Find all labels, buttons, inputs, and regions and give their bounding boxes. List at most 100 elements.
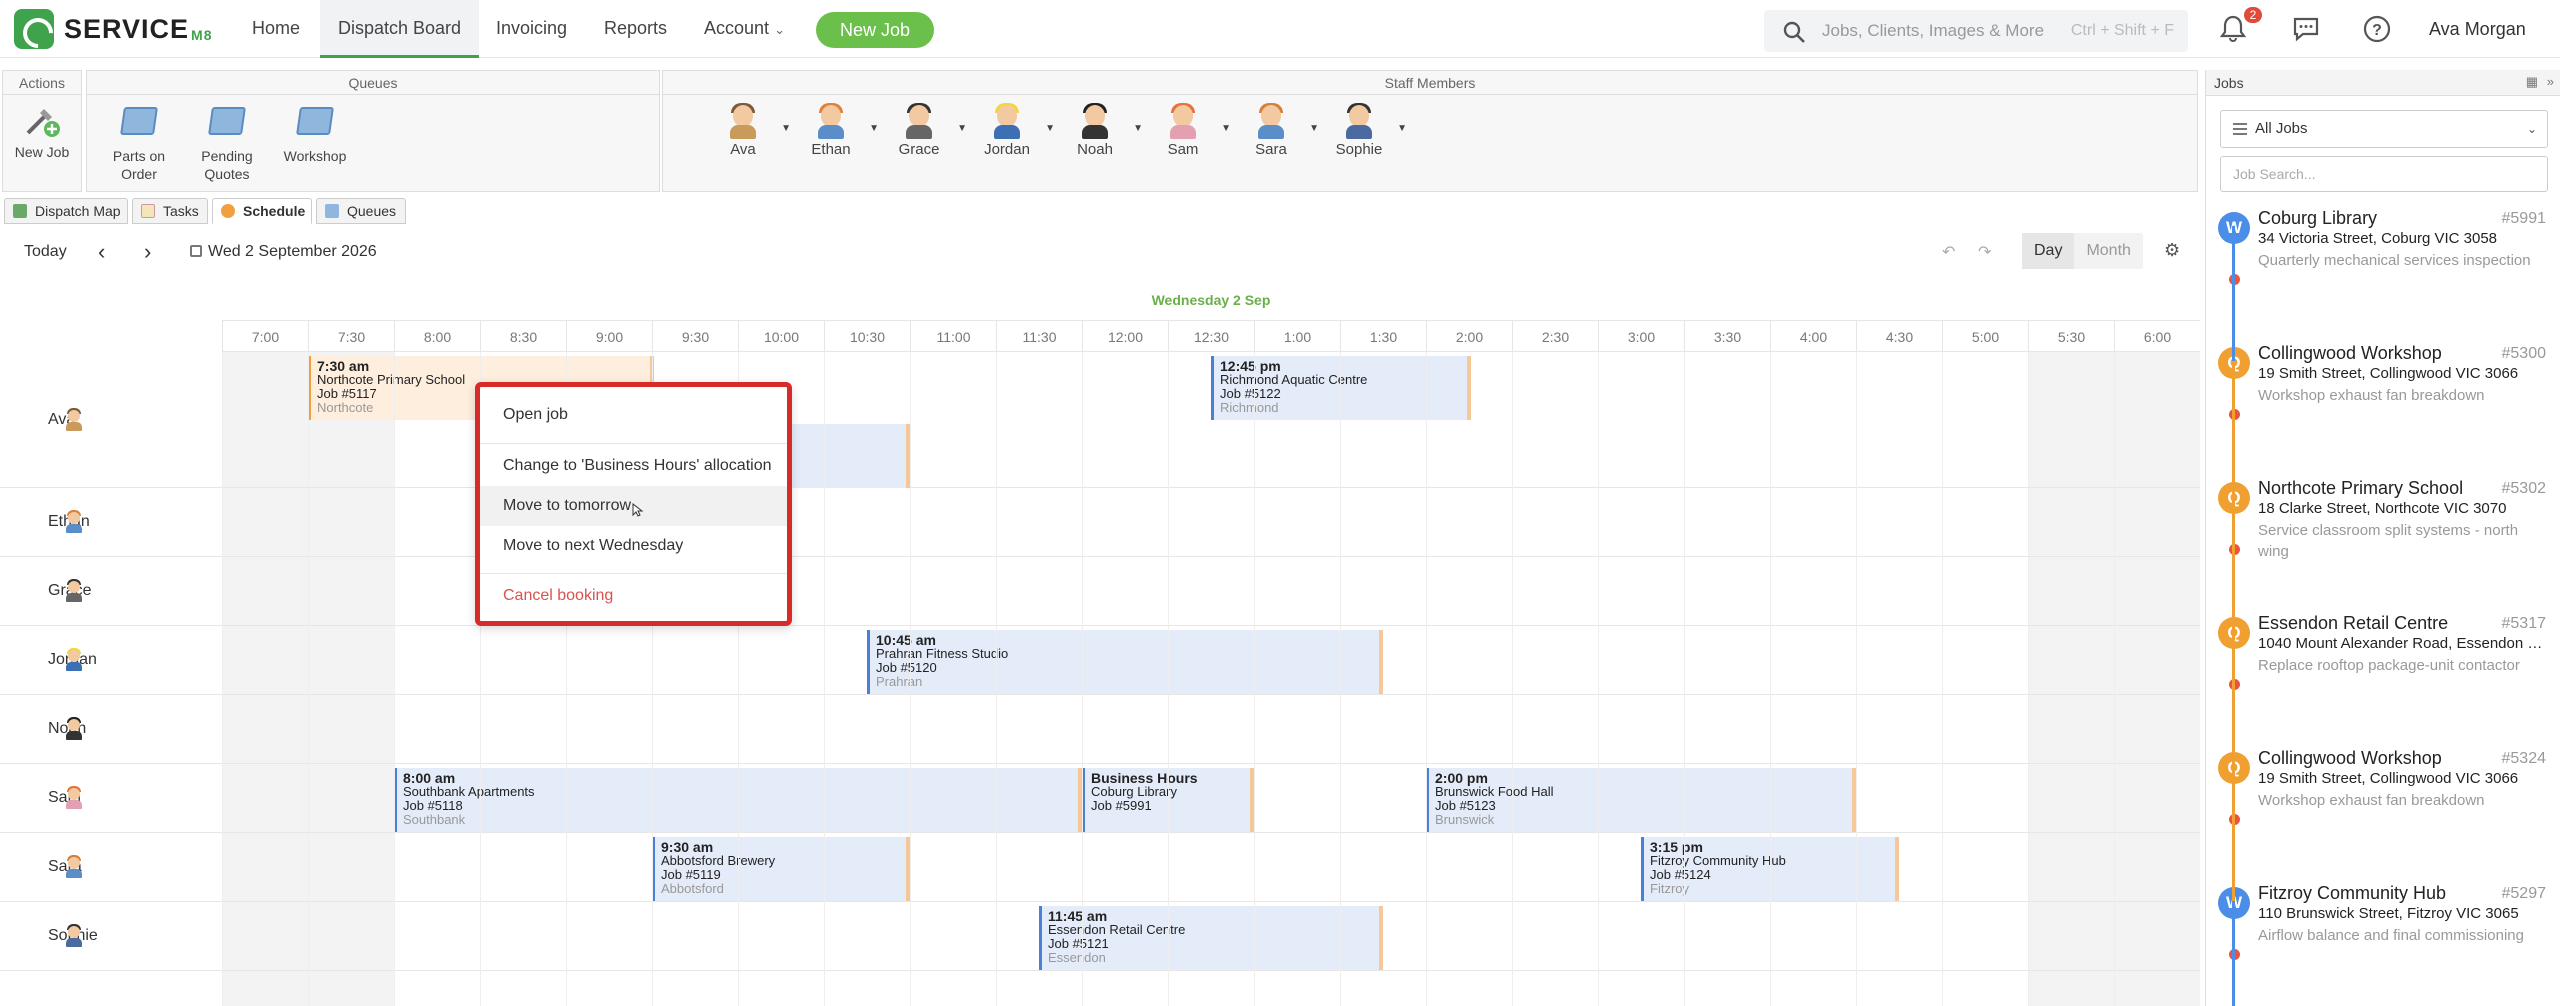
redo-icon[interactable]: ↷: [1978, 242, 1991, 262]
time-slot-label: 8:30: [480, 321, 566, 353]
queue-workshop[interactable]: Workshop: [277, 103, 353, 165]
staff-avatar-icon: [725, 103, 761, 141]
grid-line: [1340, 352, 1341, 1006]
change-allocation-menu-item[interactable]: Change to 'Business Hours' allocation: [480, 446, 787, 486]
grid-line: [222, 352, 223, 1006]
time-slot-label: 2:00: [1426, 321, 1512, 353]
queue-parts-on-order[interactable]: Parts on Order: [101, 103, 177, 183]
staff-avatar-icon: [62, 717, 86, 741]
queue-pending-quotes[interactable]: Pending Quotes: [189, 103, 265, 183]
booking-5120[interactable]: 10:45 am Prahran Fitness Studio Job #5120 P…: [867, 630, 1383, 694]
booking-5122[interactable]: 12:45 pm Richmond Aquatic Centre Job #5122…: [1211, 356, 1471, 420]
job-card-address: 18 Clarke Street, Northcote VIC 3070: [2258, 500, 2507, 517]
job-card[interactable]: QEssendon Retail Centre#53171040 Mount A…: [2206, 611, 2560, 746]
list-icon: [2233, 123, 2247, 135]
jobs-filter-select[interactable]: All Jobs ⌄: [2220, 110, 2548, 148]
logo-icon: [14, 9, 54, 49]
staff-name: Sam: [1167, 141, 1199, 158]
staff-sophie[interactable]: Sophie ▼: [1315, 103, 1407, 158]
view-day-button[interactable]: Day: [2022, 233, 2075, 269]
job-card-title: Coburg Library: [2258, 208, 2378, 228]
staff-avatar-icon: [62, 855, 86, 879]
booking-time: 7:30 am: [317, 358, 370, 374]
move-to-next-wednesday-menu-item[interactable]: Move to next Wednesday: [480, 526, 787, 566]
staff-avatar-icon: [62, 648, 86, 672]
grid-line: [996, 352, 997, 1006]
staff-avatar-icon: [62, 510, 86, 534]
time-slot-label: 6:00: [2114, 321, 2200, 353]
caret-down-icon[interactable]: ▼: [1397, 123, 1407, 134]
booking-job: Job #5120: [876, 660, 937, 675]
booking-time: 12:45 pm: [1220, 358, 1281, 374]
booking-5121[interactable]: 11:45 am Essendon Retail Centre Job #5121 E…: [1039, 906, 1383, 970]
settings-icon[interactable]: ⚙: [2164, 240, 2180, 261]
job-card[interactable]: WCoburg Library#599134 Victoria Street, …: [2206, 206, 2560, 341]
undo-icon[interactable]: ↶: [1942, 242, 1955, 262]
tab-dispatch-map[interactable]: Dispatch Map: [4, 198, 128, 224]
staff-sam[interactable]: Sam ▼: [1139, 103, 1231, 158]
nav-dispatch-board[interactable]: Dispatch Board: [320, 0, 480, 58]
today-button[interactable]: Today: [24, 238, 67, 266]
queues-icon: [325, 204, 339, 218]
nav-account[interactable]: Account ⌄: [690, 0, 799, 58]
booking-5119[interactable]: 9:30 am Abbotsford Brewery Job #5119 Abbots…: [652, 837, 910, 901]
booking-client: Richmond Aquatic Centre: [1220, 372, 1368, 387]
booking-client: Abbotsford Brewery: [661, 853, 776, 868]
staff-avatar-icon: [62, 579, 86, 603]
cancel-booking-menu-item[interactable]: Cancel booking: [480, 576, 787, 616]
bell-icon[interactable]: [2218, 14, 2248, 44]
time-slot-label: 5:00: [1942, 321, 2028, 353]
booking-time: 10:45 am: [876, 632, 936, 648]
tab-label: Queues: [347, 203, 397, 219]
help-icon[interactable]: ?: [2362, 14, 2392, 44]
time-slot-label: 10:00: [738, 321, 824, 353]
open-job-menu-item[interactable]: Open job: [480, 395, 787, 435]
job-search-input[interactable]: Job Search...: [2220, 156, 2548, 192]
new-job-button[interactable]: New Job: [816, 12, 934, 48]
booking-location: Essendon: [1048, 950, 1106, 965]
previous-day-icon[interactable]: ‹: [98, 238, 105, 266]
tab-queues[interactable]: Queues: [316, 198, 406, 224]
time-slot-label: 11:00: [910, 321, 996, 353]
servicem8-logo[interactable]: SERVICE M8: [14, 9, 213, 49]
chat-icon[interactable]: [2291, 14, 2321, 44]
booking-time: 2:00 pm: [1435, 770, 1488, 786]
job-card[interactable]: QCollingwood Workshop#532419 Smith Stree…: [2206, 746, 2560, 881]
booking-client: Coburg Library: [1091, 784, 1177, 799]
tab-schedule[interactable]: Schedule: [212, 198, 312, 224]
global-search[interactable]: Jobs, Clients, Images & More Ctrl + Shif…: [1764, 10, 2188, 52]
booking-job: Job #5119: [661, 867, 721, 882]
tab-tasks[interactable]: Tasks: [132, 198, 208, 224]
staff-avatar-icon: [1165, 103, 1201, 141]
staff-noah[interactable]: Noah ▼: [1051, 103, 1143, 158]
staff-name: Grace: [898, 141, 940, 158]
staff-grace[interactable]: Grace ▼: [875, 103, 967, 158]
nav-invoicing[interactable]: Invoicing: [482, 0, 581, 58]
user-menu[interactable]: Ava Morgan: [2429, 0, 2526, 58]
staff-sara[interactable]: Sara ▼: [1227, 103, 1319, 158]
job-card-description: Airflow balance and final commissioning: [2258, 927, 2524, 944]
staff-row-ethan: Ethan: [0, 488, 2200, 557]
staff-jordan[interactable]: Jordan ▼: [963, 103, 1055, 158]
nav-reports[interactable]: Reports: [590, 0, 681, 58]
time-slot-label: 12:30: [1168, 321, 1254, 353]
nav-home[interactable]: Home: [238, 0, 314, 58]
booking-ava-second[interactable]: [780, 424, 910, 488]
panel-collapse-icon[interactable]: »: [2547, 74, 2554, 89]
next-day-icon[interactable]: ›: [144, 238, 151, 266]
job-card[interactable]: WFitzroy Community Hub#5297110 Brunswick…: [2206, 881, 2560, 1006]
new-job-tool[interactable]: New Job: [7, 103, 77, 161]
queue-label: Parts on Order: [112, 148, 166, 182]
booking-5123[interactable]: 2:00 pm Brunswick Food Hall Job #5123 Bruns…: [1426, 768, 1856, 832]
staff-ava[interactable]: Ava ▼: [699, 103, 791, 158]
time-slot-label: 3:30: [1684, 321, 1770, 353]
job-timeline-line: [2232, 361, 2235, 496]
staff-ethan[interactable]: Ethan ▼: [787, 103, 879, 158]
booking-time: 8:00 am: [403, 770, 456, 786]
booking-location: Southbank: [403, 812, 466, 827]
job-card[interactable]: QNorthcote Primary School#530218 Clarke …: [2206, 476, 2560, 611]
date-picker[interactable]: Wed 2 September 2026: [190, 238, 377, 266]
panel-pin-icon[interactable]: ▦: [2526, 74, 2538, 90]
job-card[interactable]: QCollingwood Workshop#530019 Smith Stree…: [2206, 341, 2560, 476]
view-month-button[interactable]: Month: [2074, 233, 2142, 269]
